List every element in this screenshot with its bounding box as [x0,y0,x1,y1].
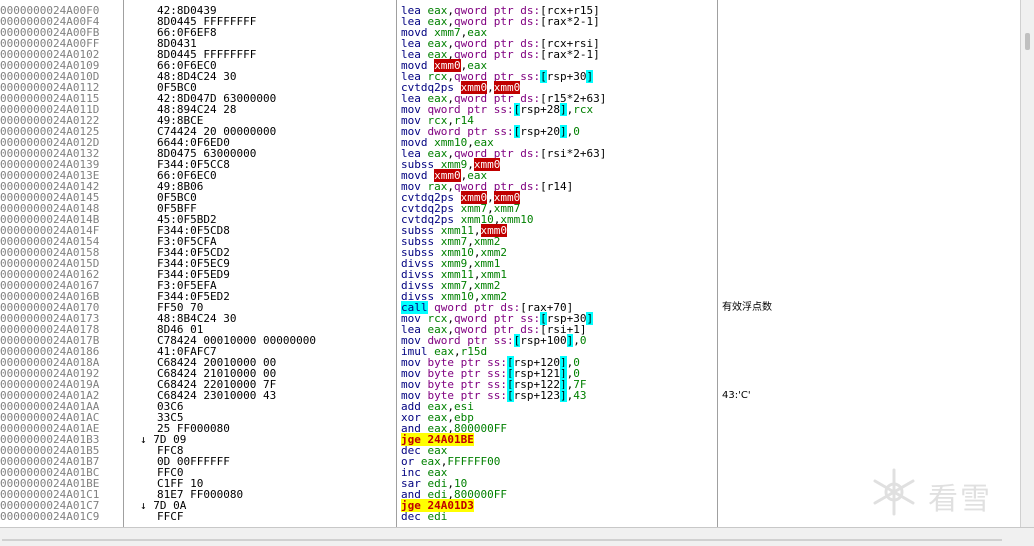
address: 0000000024A014F [0,225,100,236]
instruction-row[interactable]: 0000000024A01BC FFC0 inc eax [0,467,1020,478]
instruction-row[interactable]: 0000000024A0139 F344:0F5CC8 subss xmm9,xmm… [0,158,1020,171]
address: 0000000024A019A [0,379,100,390]
address: 0000000024A01C7 [0,500,100,511]
address: 0000000024A01B7 [0,456,100,467]
address: 0000000024A01BC [0,467,100,478]
address: 0000000024A0170 [0,302,100,313]
instruction-row[interactable]: 0000000024A015D F344:0F5EC9 divss xmm9,xmm… [0,258,1020,269]
address: 0000000024A01A2 [0,390,100,401]
address: 0000000024A00FF [0,38,100,49]
vertical-scrollbar[interactable] [1020,0,1034,527]
address: 0000000024A0145 [0,192,100,203]
address: 0000000024A016B [0,291,100,302]
address: 0000000024A00FB [0,27,100,38]
address: 0000000024A0139 [0,159,100,170]
instruction-row[interactable]: 0000000024A014F F344:0F5CD8 subss xmm11,xm… [0,224,1020,237]
address: 0000000024A0109 [0,60,100,71]
address: 0000000024A0122 [0,115,100,126]
instruction-row[interactable]: 0000000024A01BE C1FF 10 sar edi,10 [0,478,1020,489]
address: 0000000024A0167 [0,280,100,291]
address: 0000000024A00F0 [0,5,100,16]
comment: 有效浮点数 [722,302,772,313]
address: 0000000024A01C1 [0,489,100,500]
instruction-row[interactable]: 0000000024A011D 48:894C24 28 mov qword ptr… [0,103,1020,116]
address: 0000000024A0102 [0,49,100,60]
instruction-row[interactable]: 0000000024A0132 8D0475 63000000 lea eax,qw… [0,148,1020,159]
instruction-row[interactable]: 0000000024A01C7 ↓ 7D 0A jge 24A01D3 [0,499,1020,512]
address: 0000000024A012D [0,137,100,148]
instruction-row[interactable]: 0000000024A01B3 ↓ 7D 09 jge 24A01BE [0,433,1020,446]
address: 0000000024A01B3 [0,434,100,445]
address: 0000000024A011D [0,104,100,115]
instruction-row[interactable]: 0000000024A01A2 C68424 23010000 43 mov byt… [0,389,1020,402]
address: 0000000024A0115 [0,93,100,104]
scrollbar-track[interactable] [2,539,1002,541]
address: 0000000024A0158 [0,247,100,258]
address: 0000000024A010D [0,71,100,82]
instruction-row[interactable]: 0000000024A017B C78424 00010000 00000000 m… [0,334,1020,347]
horizontal-scrollbar[interactable] [0,527,1034,546]
address: 0000000024A0192 [0,368,100,379]
instruction-row[interactable]: 0000000024A0154 F3:0F5CFA subss xmm7,xmm2 [0,236,1020,247]
instruction-row[interactable]: 0000000024A01B7 0D 00FFFFFF or eax,FFFFFF0… [0,456,1020,467]
address: 0000000024A0178 [0,324,100,335]
instruction-row[interactable]: 0000000024A01AA 03C6 add eax,esi [0,401,1020,412]
address: 0000000024A015D [0,258,100,269]
scrollbar-thumb[interactable] [1025,33,1030,50]
snowflake-logo-icon [873,468,915,516]
address: 0000000024A01BE [0,478,100,489]
instruction-row[interactable]: 0000000024A01C9 FFCF dec edi [0,511,1020,522]
address: 0000000024A0154 [0,236,100,247]
address: 0000000024A017B [0,335,100,346]
disassembly-view[interactable]: 0000000024A00F0 42:8D0439 lea eax,qword pt… [0,0,1020,527]
address: 0000000024A013E [0,170,100,181]
address: 0000000024A0186 [0,346,100,357]
address: 0000000024A01AA [0,401,100,412]
instruction-row[interactable]: 0000000024A0125 C74424 20 00000000 mov dwo… [0,125,1020,138]
address: 0000000024A01B5 [0,445,100,456]
address: 0000000024A014B [0,214,100,225]
instruction-row[interactable]: 0000000024A01B5 FFC8 dec eax [0,445,1020,456]
instruction-row[interactable]: 0000000024A014B 45:0F5BD2 cvtdq2ps xmm10,x… [0,214,1020,225]
instruction-row[interactable]: 0000000024A01AC 33C5 xor eax,ebp [0,412,1020,423]
comment: 43:'C' [722,390,751,401]
instruction-row[interactable]: 0000000024A00F4 8D0445 FFFFFFFF lea eax,qw… [0,16,1020,27]
address: 0000000024A0112 [0,82,100,93]
address: 0000000024A0142 [0,181,100,192]
address: 0000000024A0162 [0,269,100,280]
address: 0000000024A01AC [0,412,100,423]
instruction-row[interactable]: 0000000024A0162 F344:0F5ED9 divss xmm11,xm… [0,269,1020,280]
disassembly-text: dec edi [401,510,448,523]
instruction-bytes: FFCF [157,510,184,523]
address: 0000000024A0173 [0,313,100,324]
address: 0000000024A0132 [0,148,100,159]
address: 0000000024A00F4 [0,16,100,27]
watermark: 看雪 [868,466,1018,520]
address: 0000000024A01AE [0,423,100,434]
watermark-text: 看雪 [928,482,992,517]
instruction-row[interactable]: 0000000024A0158 F344:0F5CD2 subss xmm10,xm… [0,247,1020,258]
address: 0000000024A018A [0,357,100,368]
address: 0000000024A0125 [0,126,100,137]
address: 0000000024A0148 [0,203,100,214]
instruction-row[interactable]: 0000000024A0167 F3:0F5EFA divss xmm7,xmm2 [0,280,1020,291]
instruction-row[interactable]: 0000000024A0102 8D0445 FFFFFFFF lea eax,qw… [0,49,1020,60]
address: 0000000024A01C9 [0,511,100,522]
